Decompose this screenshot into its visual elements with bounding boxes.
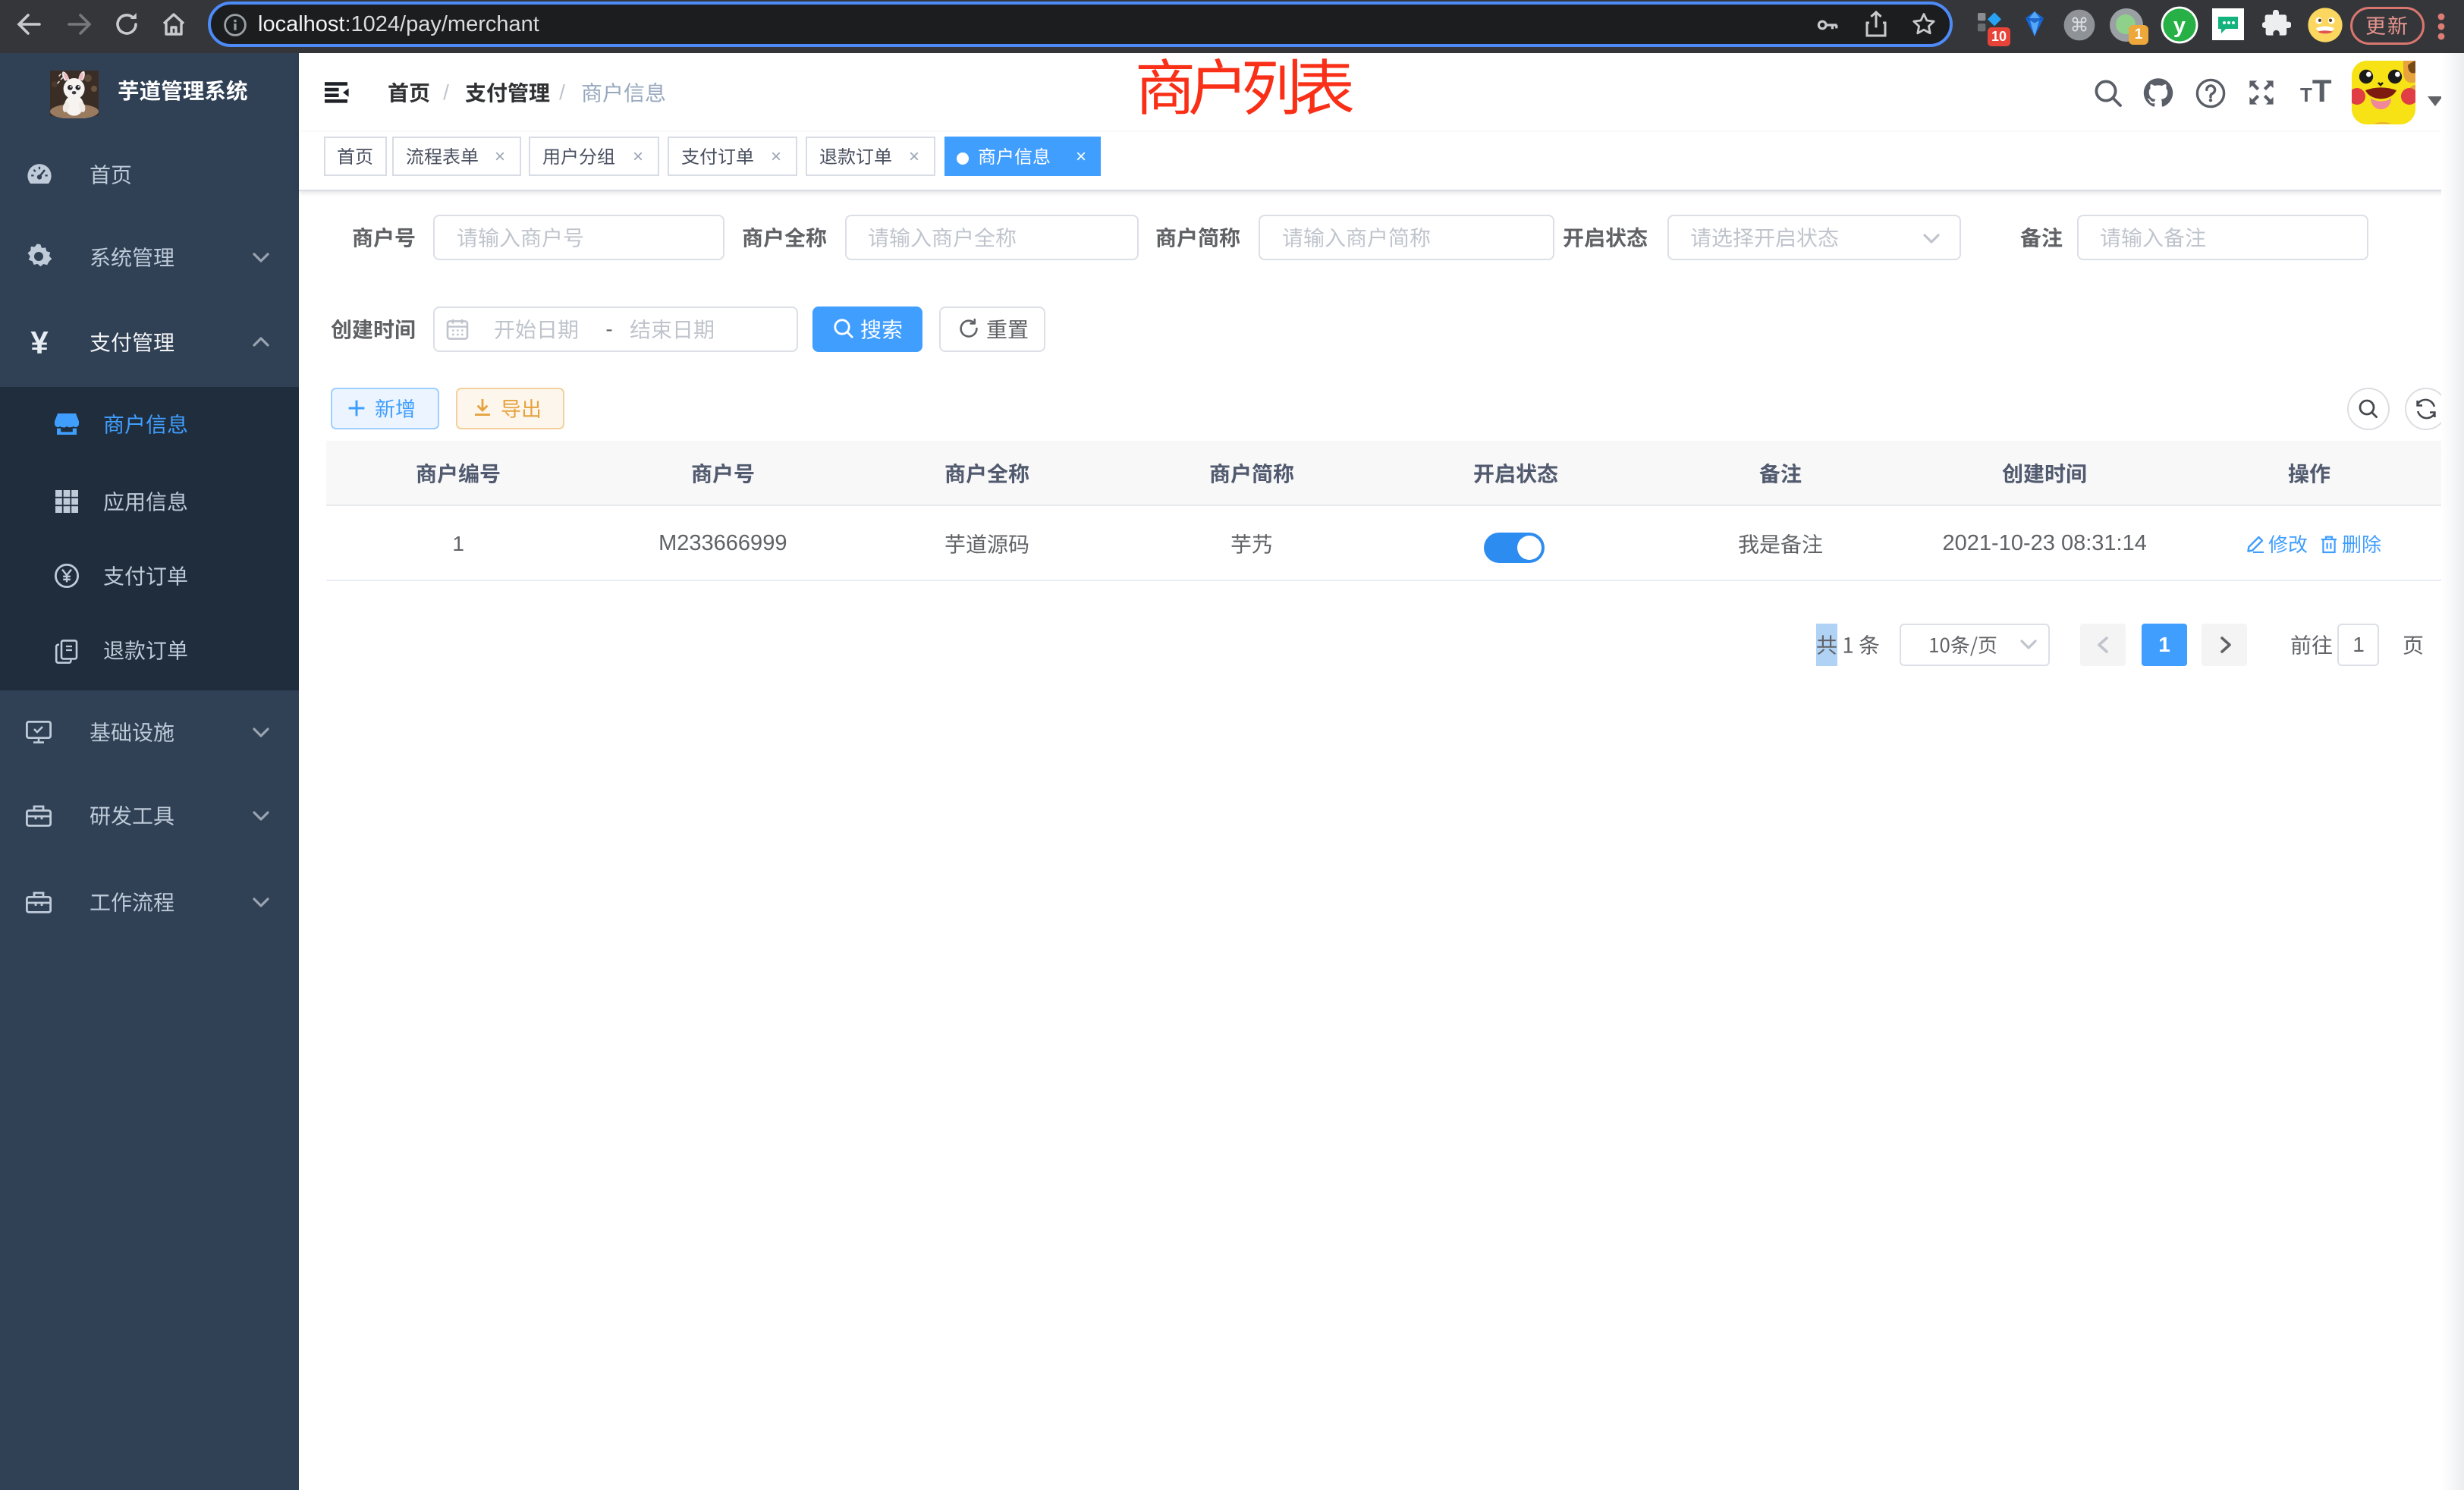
svg-text:y: y	[2173, 14, 2186, 38]
svg-text:⌘: ⌘	[2070, 15, 2089, 36]
